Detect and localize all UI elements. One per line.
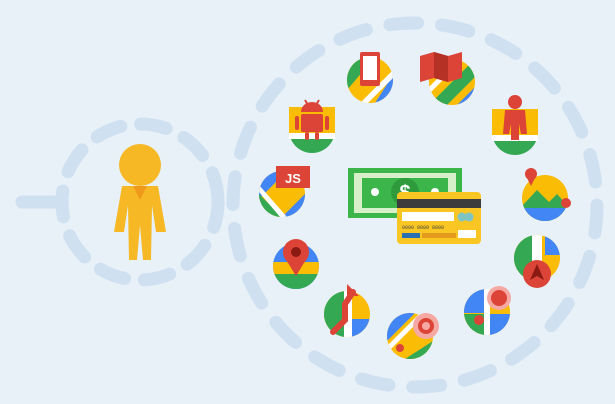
- navigation-arrow-map-icon: [514, 235, 560, 288]
- android-robot-map-icon: [289, 99, 335, 153]
- credit-card-icon: 0000 0000 0000: [397, 192, 481, 244]
- js-label: JS: [285, 171, 301, 186]
- payments-maps-illustration: $ 0000 0000 0000: [15, 16, 604, 394]
- target-map-icon: [387, 313, 439, 359]
- javascript-map-icon: JS: [259, 166, 310, 217]
- map-pin-icon: [273, 239, 319, 289]
- location-dots-map-icon: [464, 286, 511, 335]
- business-person-map-icon: [492, 95, 538, 155]
- person-icon: [114, 144, 166, 260]
- card-number: 0000 0000 0000: [402, 225, 444, 231]
- folded-map-icon: [420, 52, 475, 105]
- mobile-phone-map-icon: [347, 52, 393, 103]
- route-arrow-map-icon: [324, 284, 370, 337]
- landscape-pin-icon: [522, 168, 571, 221]
